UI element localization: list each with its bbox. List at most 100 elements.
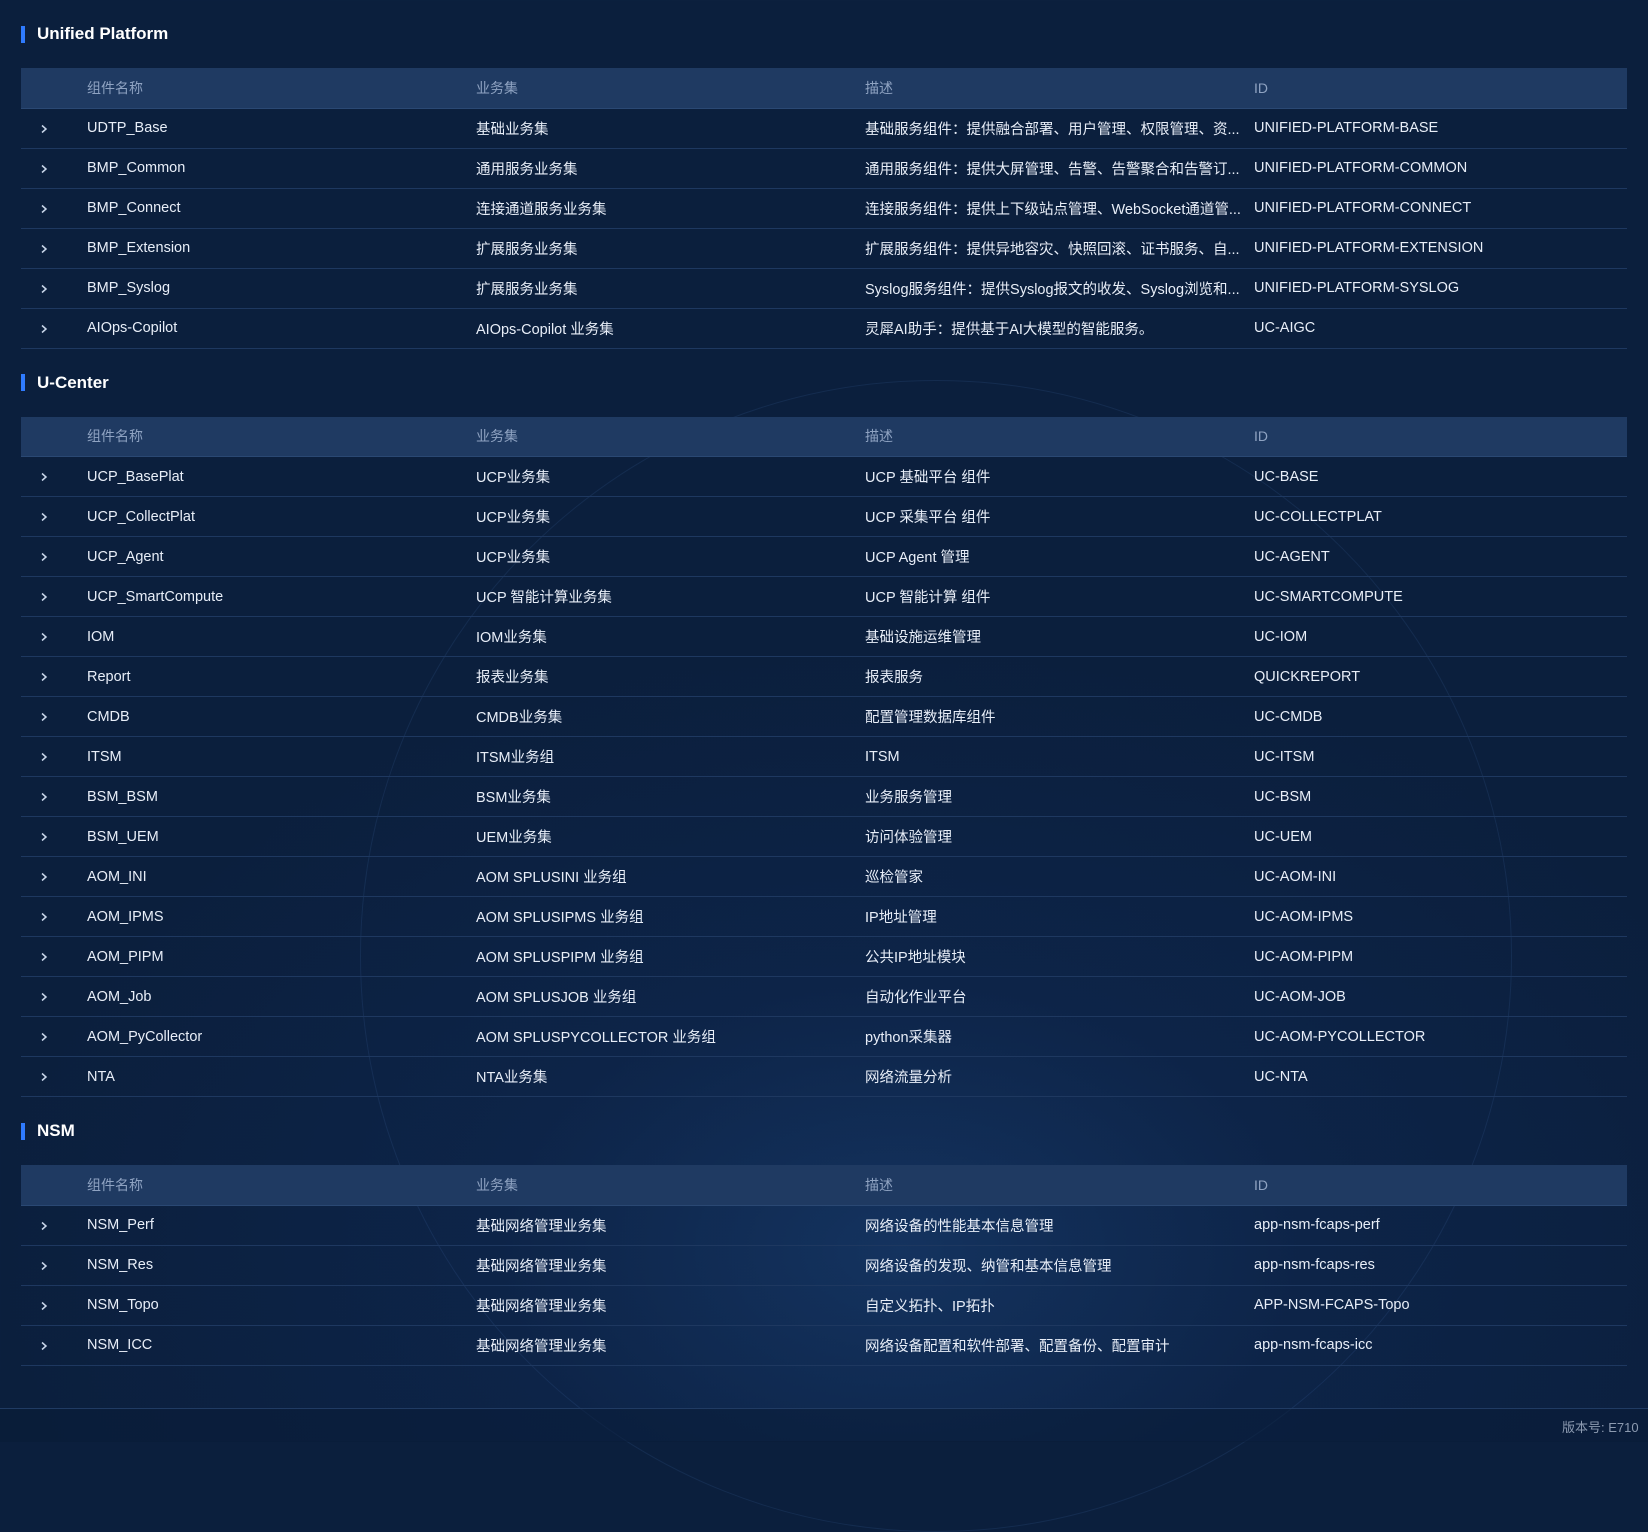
column-header-bizset: 业务集 bbox=[476, 1165, 865, 1206]
chevron-right-icon[interactable] bbox=[35, 788, 53, 805]
table-row[interactable]: BMP_Connect 连接通道服务业务集 连接服务组件：提供上下级站点管理、Web… bbox=[21, 188, 1627, 229]
chevron-right-icon[interactable] bbox=[35, 1068, 53, 1085]
cell-desc: UCP 智能计算 组件 bbox=[865, 576, 1254, 617]
cell-id: UC-SMARTCOMPUTE bbox=[1254, 576, 1627, 617]
cell-bizset: UCP 智能计算业务集 bbox=[476, 576, 865, 617]
section-accent-bar bbox=[21, 374, 25, 391]
cell-bizset: 基础网络管理业务集 bbox=[476, 1205, 865, 1246]
cell-name: CMDB bbox=[87, 696, 476, 737]
cell-name: UCP_Agent bbox=[87, 536, 476, 577]
table-row[interactable]: AOM_INI AOM SPLUSINI 业务组 巡检管家 UC-AOM-INI bbox=[21, 856, 1627, 897]
table-row[interactable]: NSM_Res 基础网络管理业务集 网络设备的发现、纳管和基本信息管理 app-nsm… bbox=[21, 1245, 1627, 1286]
cell-id: UC-AOM-PYCOLLECTOR bbox=[1254, 1016, 1627, 1057]
cell-desc: 扩展服务组件：提供异地容灾、快照回滚、证书服务、自... bbox=[865, 228, 1254, 269]
chevron-right-icon[interactable] bbox=[35, 1257, 53, 1274]
table-row[interactable]: Report 报表业务集 报表服务 QUICKREPORT bbox=[21, 656, 1627, 697]
table-header-row: 组件名称 业务集 描述 ID bbox=[21, 68, 1627, 109]
section-header: Unified Platform bbox=[21, 0, 1627, 68]
table-row[interactable]: AIOps-Copilot AIOps-Copilot 业务集 灵犀AI助手：提供基… bbox=[21, 308, 1627, 349]
cell-desc: 连接服务组件：提供上下级站点管理、WebSocket通道管... bbox=[865, 188, 1254, 229]
cell-bizset: AOM SPLUSINI 业务组 bbox=[476, 856, 865, 897]
chevron-right-icon[interactable] bbox=[35, 828, 53, 845]
cell-id: UC-ITSM bbox=[1254, 736, 1627, 777]
chevron-right-icon[interactable] bbox=[35, 200, 53, 217]
table-row[interactable]: NSM_Perf 基础网络管理业务集 网络设备的性能基本信息管理 app-nsm-fc… bbox=[21, 1205, 1627, 1246]
cell-id: UC-AIGC bbox=[1254, 308, 1627, 349]
cell-name: BSM_BSM bbox=[87, 776, 476, 817]
cell-id: UNIFIED-PLATFORM-CONNECT bbox=[1254, 188, 1627, 229]
chevron-right-icon[interactable] bbox=[35, 320, 53, 337]
chevron-right-icon[interactable] bbox=[35, 948, 53, 965]
component-table: 组件名称 业务集 描述 ID NSM_Perf 基础网络管理业务集 网络设备的性能基本信息管… bbox=[21, 1165, 1627, 1366]
cell-name: AOM_PyCollector bbox=[87, 1016, 476, 1057]
chevron-right-icon[interactable] bbox=[35, 908, 53, 925]
chevron-right-icon[interactable] bbox=[35, 1217, 53, 1234]
table-row[interactable]: NSM_ICC 基础网络管理业务集 网络设备配置和软件部署、配置备份、配置审计 app… bbox=[21, 1325, 1627, 1366]
column-header-bizset: 业务集 bbox=[476, 416, 865, 457]
column-header-id: ID bbox=[1254, 68, 1627, 109]
table-row[interactable]: UCP_SmartCompute UCP 智能计算业务集 UCP 智能计算 组件 UC… bbox=[21, 576, 1627, 617]
component-section: U-Center 组件名称 业务集 描述 ID UCP_BasePlat UCP业务集 UCP… bbox=[21, 349, 1627, 1097]
chevron-right-icon[interactable] bbox=[35, 1337, 53, 1354]
table-row[interactable]: AOM_PyCollector AOM SPLUSPYCOLLECTOR 业务组 p… bbox=[21, 1016, 1627, 1057]
chevron-right-icon[interactable] bbox=[35, 708, 53, 725]
table-row[interactable]: AOM_Job AOM SPLUSJOB 业务组 自动化作业平台 UC-AOM-JOB bbox=[21, 976, 1627, 1017]
table-row[interactable]: BSM_BSM BSM业务集 业务服务管理 UC-BSM bbox=[21, 776, 1627, 817]
cell-desc: 通用服务组件：提供大屏管理、告警、告警聚合和告警订... bbox=[865, 148, 1254, 189]
table-row[interactable]: BMP_Common 通用服务业务集 通用服务组件：提供大屏管理、告警、告警聚合和告… bbox=[21, 148, 1627, 189]
cell-id: UC-BSM bbox=[1254, 776, 1627, 817]
table-row[interactable]: AOM_IPMS AOM SPLUSIPMS 业务组 IP地址管理 UC-AOM-IP… bbox=[21, 896, 1627, 937]
chevron-right-icon[interactable] bbox=[35, 508, 53, 525]
chevron-right-icon[interactable] bbox=[35, 868, 53, 885]
table-row[interactable]: NTA NTA业务集 网络流量分析 UC-NTA bbox=[21, 1056, 1627, 1097]
table-row[interactable]: BMP_Syslog 扩展服务业务集 Syslog服务组件：提供Syslog报文的收… bbox=[21, 268, 1627, 309]
chevron-right-icon[interactable] bbox=[35, 588, 53, 605]
cell-desc: 网络流量分析 bbox=[865, 1056, 1254, 1097]
cell-name: Report bbox=[87, 656, 476, 697]
chevron-right-icon[interactable] bbox=[35, 748, 53, 765]
section-accent-bar bbox=[21, 25, 25, 43]
table-row[interactable]: ITSM ITSM业务组 ITSM UC-ITSM bbox=[21, 736, 1627, 777]
expand-column-header bbox=[21, 68, 87, 109]
chevron-right-icon[interactable] bbox=[35, 628, 53, 645]
chevron-right-icon[interactable] bbox=[35, 120, 53, 137]
table-row[interactable]: BSM_UEM UEM业务集 访问体验管理 UC-UEM bbox=[21, 816, 1627, 857]
table-row[interactable]: NSM_Topo 基础网络管理业务集 自定义拓扑、IP拓扑 APP-NSM-FCAPS… bbox=[21, 1285, 1627, 1326]
cell-id: UC-AOM-JOB bbox=[1254, 976, 1627, 1017]
column-header-bizset: 业务集 bbox=[476, 68, 865, 109]
chevron-right-icon[interactable] bbox=[35, 280, 53, 297]
cell-bizset: 扩展服务业务集 bbox=[476, 268, 865, 309]
cell-id: UC-AOM-IPMS bbox=[1254, 896, 1627, 937]
cell-bizset: UEM业务集 bbox=[476, 816, 865, 857]
column-header-desc: 描述 bbox=[865, 1165, 1254, 1206]
chevron-right-icon[interactable] bbox=[35, 1297, 53, 1314]
chevron-right-icon[interactable] bbox=[35, 548, 53, 565]
table-row[interactable]: BMP_Extension 扩展服务业务集 扩展服务组件：提供异地容灾、快照回滚、证… bbox=[21, 228, 1627, 269]
chevron-right-icon[interactable] bbox=[35, 668, 53, 685]
expand-column-header bbox=[21, 1165, 87, 1206]
cell-bizset: 基础网络管理业务集 bbox=[476, 1325, 865, 1366]
chevron-right-icon[interactable] bbox=[35, 240, 53, 257]
table-row[interactable]: IOM IOM业务集 基础设施运维管理 UC-IOM bbox=[21, 616, 1627, 657]
cell-bizset: AOM SPLUSPIPM 业务组 bbox=[476, 936, 865, 977]
chevron-right-icon[interactable] bbox=[35, 1028, 53, 1045]
table-row[interactable]: UDTP_Base 基础业务集 基础服务组件：提供融合部署、用户管理、权限管理、资.… bbox=[21, 108, 1627, 149]
cell-desc: UCP 采集平台 组件 bbox=[865, 496, 1254, 537]
table-row[interactable]: AOM_PIPM AOM SPLUSPIPM 业务组 公共IP地址模块 UC-AOM-… bbox=[21, 936, 1627, 977]
cell-id: UNIFIED-PLATFORM-BASE bbox=[1254, 108, 1627, 149]
cell-name: UCP_BasePlat bbox=[87, 456, 476, 497]
cell-name: NTA bbox=[87, 1056, 476, 1097]
section-title: NSM bbox=[37, 1121, 75, 1140]
cell-id: UC-AOM-INI bbox=[1254, 856, 1627, 897]
cell-name: AOM_Job bbox=[87, 976, 476, 1017]
chevron-right-icon[interactable] bbox=[35, 468, 53, 485]
cell-id: UC-AGENT bbox=[1254, 536, 1627, 577]
chevron-right-icon[interactable] bbox=[35, 988, 53, 1005]
chevron-right-icon[interactable] bbox=[35, 160, 53, 177]
table-row[interactable]: CMDB CMDB业务集 配置管理数据库组件 UC-CMDB bbox=[21, 696, 1627, 737]
component-table: 组件名称 业务集 描述 ID UCP_BasePlat UCP业务集 UCP 基础平台 组件… bbox=[21, 416, 1627, 1097]
table-row[interactable]: UCP_CollectPlat UCP业务集 UCP 采集平台 组件 UC-COLLE… bbox=[21, 496, 1627, 537]
table-row[interactable]: UCP_Agent UCP业务集 UCP Agent 管理 UC-AGENT bbox=[21, 536, 1627, 577]
table-row[interactable]: UCP_BasePlat UCP业务集 UCP 基础平台 组件 UC-BASE bbox=[21, 456, 1627, 497]
cell-desc: 业务服务管理 bbox=[865, 776, 1254, 817]
